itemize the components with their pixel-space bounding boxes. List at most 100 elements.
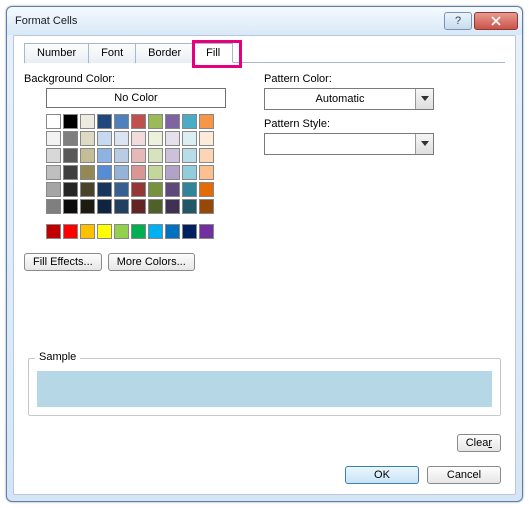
color-swatch[interactable] bbox=[80, 199, 95, 214]
chevron-down-icon bbox=[415, 134, 433, 154]
color-swatch[interactable] bbox=[182, 165, 197, 180]
color-swatch[interactable] bbox=[97, 182, 112, 197]
color-swatch[interactable] bbox=[63, 165, 78, 180]
color-swatch[interactable] bbox=[131, 182, 146, 197]
help-button[interactable]: ? bbox=[444, 12, 472, 30]
theme-color-grid bbox=[46, 114, 234, 214]
color-swatch[interactable] bbox=[182, 148, 197, 163]
color-swatch[interactable] bbox=[97, 131, 112, 146]
color-swatch[interactable] bbox=[114, 182, 129, 197]
color-swatch[interactable] bbox=[63, 199, 78, 214]
standard-color-swatch[interactable] bbox=[148, 224, 163, 239]
format-cells-dialog: Format Cells ? Number Font Border Fill B… bbox=[6, 6, 523, 502]
help-icon: ? bbox=[453, 16, 463, 26]
color-swatch[interactable] bbox=[199, 199, 214, 214]
color-swatch[interactable] bbox=[165, 148, 180, 163]
standard-color-swatch[interactable] bbox=[165, 224, 180, 239]
color-swatch[interactable] bbox=[97, 148, 112, 163]
color-swatch[interactable] bbox=[199, 165, 214, 180]
color-swatch[interactable] bbox=[199, 148, 214, 163]
color-swatch[interactable] bbox=[165, 114, 180, 129]
color-swatch[interactable] bbox=[80, 182, 95, 197]
color-swatch[interactable] bbox=[46, 165, 61, 180]
dialog-footer: OK Cancel bbox=[345, 466, 501, 484]
color-swatch[interactable] bbox=[148, 165, 163, 180]
color-swatch[interactable] bbox=[165, 199, 180, 214]
tab-strip: Number Font Border Fill bbox=[24, 42, 505, 63]
standard-color-swatch[interactable] bbox=[63, 224, 78, 239]
color-swatch[interactable] bbox=[182, 114, 197, 129]
color-swatch[interactable] bbox=[46, 131, 61, 146]
background-color-section: Background Color: No Color Fill Effects.… bbox=[24, 73, 234, 271]
color-swatch[interactable] bbox=[148, 131, 163, 146]
color-swatch[interactable] bbox=[131, 114, 146, 129]
color-swatch[interactable] bbox=[63, 182, 78, 197]
color-swatch[interactable] bbox=[131, 199, 146, 214]
color-swatch[interactable] bbox=[131, 165, 146, 180]
color-swatch[interactable] bbox=[182, 131, 197, 146]
standard-color-swatch[interactable] bbox=[199, 224, 214, 239]
tab-fill[interactable]: Fill bbox=[193, 43, 233, 63]
standard-color-swatch[interactable] bbox=[131, 224, 146, 239]
color-swatch[interactable] bbox=[46, 199, 61, 214]
color-swatch[interactable] bbox=[148, 199, 163, 214]
color-swatch[interactable] bbox=[114, 114, 129, 129]
color-swatch[interactable] bbox=[165, 131, 180, 146]
standard-color-swatch[interactable] bbox=[97, 224, 112, 239]
color-swatch[interactable] bbox=[80, 165, 95, 180]
color-swatch[interactable] bbox=[199, 131, 214, 146]
standard-color-swatch[interactable] bbox=[80, 224, 95, 239]
clear-button[interactable]: Clear bbox=[457, 434, 501, 452]
color-swatch[interactable] bbox=[63, 131, 78, 146]
cancel-button[interactable]: Cancel bbox=[427, 466, 501, 484]
color-swatch[interactable] bbox=[46, 114, 61, 129]
pattern-style-combo[interactable] bbox=[264, 133, 434, 155]
chevron-down-icon bbox=[415, 89, 433, 109]
color-swatch[interactable] bbox=[199, 114, 214, 129]
color-swatch[interactable] bbox=[131, 131, 146, 146]
ok-button[interactable]: OK bbox=[345, 466, 419, 484]
color-swatch[interactable] bbox=[148, 148, 163, 163]
color-swatch[interactable] bbox=[114, 199, 129, 214]
standard-color-row bbox=[46, 224, 234, 239]
color-swatch[interactable] bbox=[182, 182, 197, 197]
color-swatch[interactable] bbox=[80, 131, 95, 146]
color-swatch[interactable] bbox=[46, 148, 61, 163]
no-color-button[interactable]: No Color bbox=[46, 88, 226, 108]
color-swatch[interactable] bbox=[114, 148, 129, 163]
standard-color-swatch[interactable] bbox=[46, 224, 61, 239]
color-swatch[interactable] bbox=[63, 148, 78, 163]
color-swatch[interactable] bbox=[97, 165, 112, 180]
color-swatch[interactable] bbox=[148, 182, 163, 197]
color-swatch[interactable] bbox=[46, 182, 61, 197]
window-title: Format Cells bbox=[15, 15, 442, 27]
color-swatch[interactable] bbox=[97, 114, 112, 129]
color-swatch[interactable] bbox=[63, 114, 78, 129]
color-swatch[interactable] bbox=[199, 182, 214, 197]
more-colors-button[interactable]: More Colors... bbox=[108, 253, 195, 271]
sample-label: Sample bbox=[35, 351, 80, 363]
color-swatch[interactable] bbox=[80, 114, 95, 129]
color-swatch[interactable] bbox=[165, 165, 180, 180]
pattern-color-label: Pattern Color: bbox=[264, 73, 505, 85]
color-swatch[interactable] bbox=[148, 114, 163, 129]
color-swatch[interactable] bbox=[182, 199, 197, 214]
color-swatch[interactable] bbox=[97, 199, 112, 214]
close-icon bbox=[491, 16, 501, 26]
color-swatch[interactable] bbox=[80, 148, 95, 163]
tab-border[interactable]: Border bbox=[135, 43, 194, 63]
pattern-color-value: Automatic bbox=[265, 93, 415, 105]
close-button[interactable] bbox=[474, 12, 518, 30]
fill-effects-button[interactable]: Fill Effects... bbox=[24, 253, 102, 271]
tab-font[interactable]: Font bbox=[88, 43, 136, 63]
color-swatch[interactable] bbox=[131, 148, 146, 163]
color-swatch[interactable] bbox=[114, 131, 129, 146]
standard-color-swatch[interactable] bbox=[182, 224, 197, 239]
color-swatch[interactable] bbox=[114, 165, 129, 180]
standard-color-swatch[interactable] bbox=[114, 224, 129, 239]
tab-number[interactable]: Number bbox=[24, 43, 89, 63]
pattern-section: Pattern Color: Automatic Pattern Style: bbox=[264, 73, 505, 271]
svg-text:?: ? bbox=[455, 16, 461, 26]
color-swatch[interactable] bbox=[165, 182, 180, 197]
pattern-color-combo[interactable]: Automatic bbox=[264, 88, 434, 110]
